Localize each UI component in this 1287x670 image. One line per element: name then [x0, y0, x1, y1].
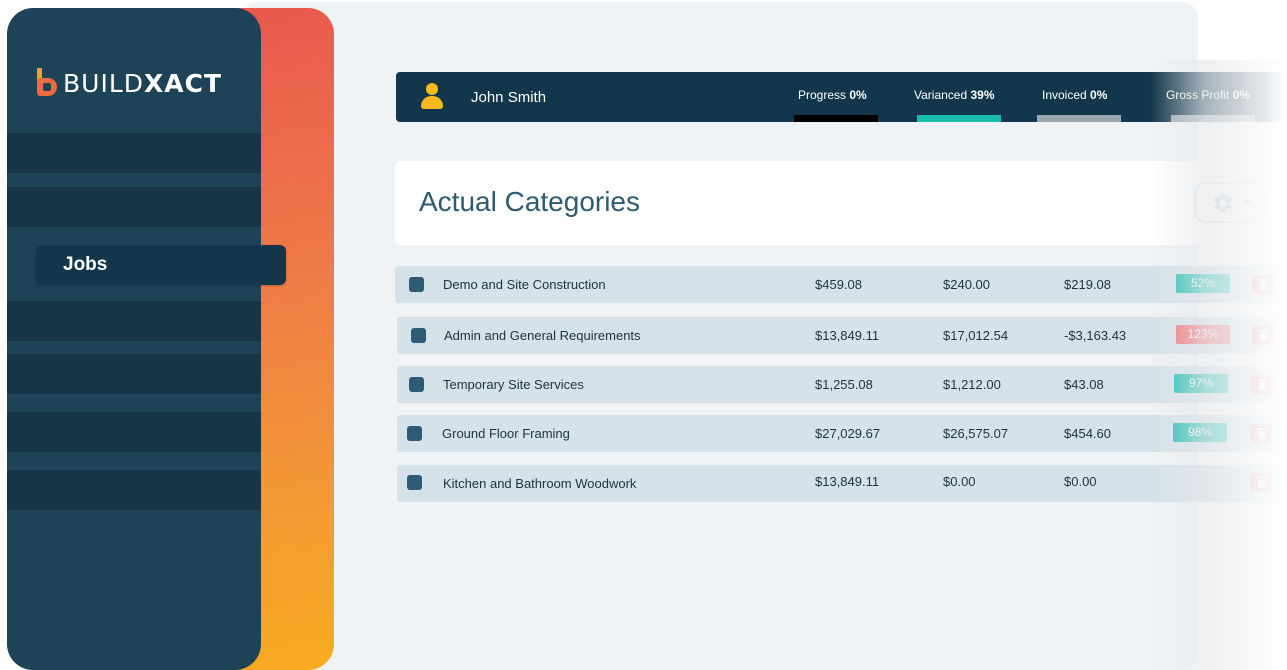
- logo-icon: [37, 68, 57, 98]
- percent-badge: 52%: [1176, 274, 1230, 293]
- row-checkbox[interactable]: [409, 277, 424, 292]
- budget-value: $13,849.11: [815, 474, 880, 489]
- progress-bar: [794, 115, 878, 122]
- budget-value: $459.08: [815, 277, 862, 292]
- percent-badge: 98%: [1173, 423, 1227, 442]
- category-name: Temporary Site Services: [443, 377, 584, 392]
- actual-value: $26,575.07: [943, 426, 1009, 441]
- table-row[interactable]: Kitchen and Bathroom Woodwork $13,849.11…: [397, 465, 1287, 502]
- stat-invoiced: Invoiced 0%: [1042, 88, 1108, 102]
- sidebar-item-4[interactable]: [7, 301, 261, 341]
- budget-value: $27,029.67: [815, 426, 881, 441]
- sidebar-item-2[interactable]: [7, 187, 261, 227]
- trash-icon[interactable]: [1250, 473, 1272, 492]
- stat-gross-profit: Gross Profit 0%: [1166, 88, 1251, 102]
- varianced-bar: [917, 115, 1001, 122]
- category-name: Demo and Site Construction: [443, 277, 606, 292]
- actual-value: $17,012.54: [943, 328, 1009, 343]
- table-row[interactable]: Temporary Site Services $1,255.08 $1,212…: [397, 366, 1287, 403]
- budget-value: $13,849.11: [815, 328, 880, 343]
- category-name: Kitchen and Bathroom Woodwork: [443, 476, 637, 491]
- trash-icon[interactable]: [1251, 375, 1273, 394]
- budget-value: $1,255.08: [815, 377, 873, 392]
- row-checkbox[interactable]: [411, 328, 426, 343]
- category-name: Ground Floor Framing: [442, 426, 570, 441]
- gross-profit-bar: [1171, 115, 1255, 122]
- trash-icon[interactable]: [1250, 424, 1272, 443]
- settings-dropdown-button[interactable]: [1194, 182, 1266, 223]
- sidebar-item-7[interactable]: [7, 470, 261, 510]
- user-icon: [420, 83, 444, 111]
- actual-value: $240.00: [943, 277, 990, 292]
- row-checkbox[interactable]: [407, 475, 422, 490]
- brand-logo[interactable]: BUILDXACT: [37, 68, 222, 98]
- variance-value: $219.08: [1064, 277, 1111, 292]
- table-row[interactable]: Demo and Site Construction $459.08 $240.…: [395, 266, 1287, 303]
- trash-icon[interactable]: [1252, 275, 1274, 294]
- table-row[interactable]: Ground Floor Framing $27,029.67 $26,575.…: [397, 415, 1287, 452]
- table-row[interactable]: Admin and General Requirements $13,849.1…: [397, 317, 1287, 354]
- stat-varianced: Varianced 39%: [914, 88, 995, 102]
- sidebar-item-1[interactable]: [7, 133, 261, 173]
- variance-value: -$3,163.43: [1064, 328, 1127, 343]
- user-name: John Smith: [471, 89, 547, 106]
- logo-text: BUILDXACT: [63, 68, 223, 98]
- actual-value: $0.00: [943, 474, 976, 489]
- chevron-down-icon: [1243, 200, 1251, 205]
- categories-card: Actual Categories: [395, 161, 1281, 245]
- sidebar-item-6[interactable]: [7, 412, 261, 452]
- row-checkbox[interactable]: [407, 426, 422, 441]
- variance-value: $0.00: [1064, 474, 1097, 489]
- stat-progress: Progress 0%: [798, 88, 867, 102]
- sidebar: BUILDXACT Jobs: [7, 8, 286, 670]
- sidebar-item-5[interactable]: [7, 354, 261, 394]
- invoiced-bar: [1037, 115, 1121, 122]
- variance-value: $454.60: [1064, 426, 1111, 441]
- percent-badge: 97%: [1174, 374, 1228, 393]
- actual-value: $1,212.00: [943, 377, 1001, 392]
- category-name: Admin and General Requirements: [444, 328, 641, 343]
- percent-badge: 123%: [1176, 325, 1230, 344]
- trash-icon[interactable]: [1252, 326, 1274, 345]
- sidebar-item-label: Jobs: [63, 254, 108, 275]
- row-checkbox[interactable]: [409, 377, 424, 392]
- variance-value: $43.08: [1064, 377, 1104, 392]
- gear-icon: [1213, 192, 1233, 213]
- page-title: Actual Categories: [419, 186, 641, 217]
- sidebar-item-jobs[interactable]: Jobs: [36, 245, 286, 285]
